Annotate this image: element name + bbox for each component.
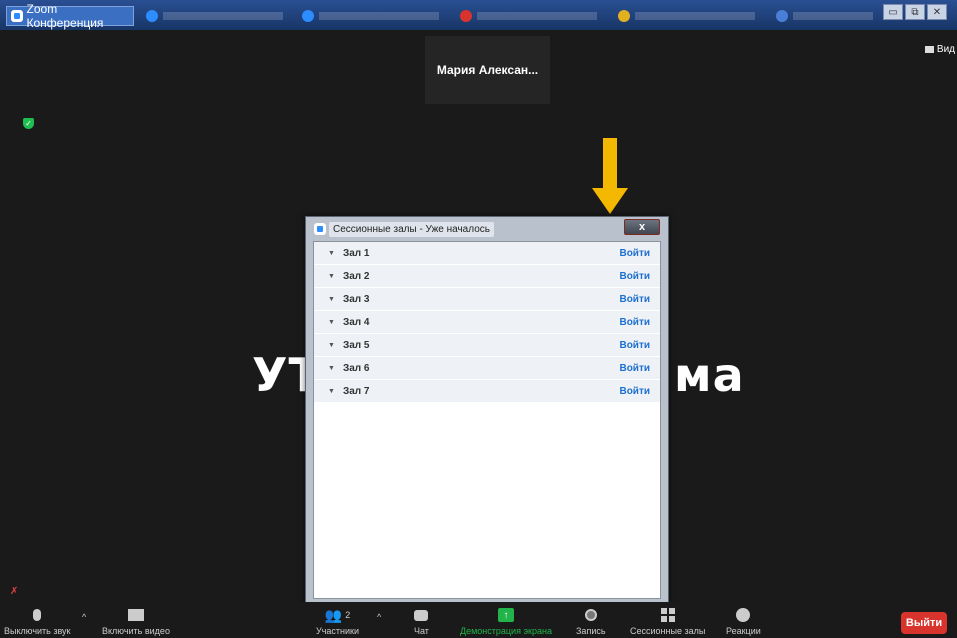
- grid-view-icon: [924, 46, 934, 53]
- room-row[interactable]: ▼ Зал 1 Войти: [314, 242, 660, 265]
- expand-caret-icon[interactable]: ▼: [328, 342, 335, 349]
- participants-label: Участники: [316, 626, 359, 636]
- share-screen-button[interactable]: ↑ Демонстрация экрана: [460, 606, 552, 636]
- reactions-icon: [736, 608, 751, 622]
- room-name: Зал 3: [342, 293, 370, 305]
- dialog-titlebar[interactable]: Сессионные залы - Уже началось x: [306, 217, 668, 241]
- chat-icon: [414, 609, 429, 621]
- window-title: Zoom Конференция: [26, 2, 104, 30]
- room-name: Зал 6: [342, 362, 370, 374]
- join-room-button[interactable]: Войти: [619, 340, 650, 351]
- window-controls: ▭ ⧉ ✕: [883, 4, 947, 20]
- participants-count: 2: [345, 610, 351, 620]
- participants-button[interactable]: 👥 2 Участники: [316, 606, 359, 637]
- reactions-button[interactable]: Реакции: [726, 606, 761, 636]
- minimize-icon[interactable]: ▭: [883, 4, 903, 20]
- join-room-button[interactable]: Войти: [619, 386, 650, 397]
- join-room-button[interactable]: Войти: [619, 248, 650, 259]
- room-name: Зал 5: [342, 339, 370, 351]
- app-icon: [618, 10, 630, 22]
- audio-options-chevron-up-icon[interactable]: ^: [82, 612, 86, 622]
- room-name: Зал 7: [342, 385, 370, 397]
- video-label: Включить видео: [102, 626, 170, 636]
- close-icon[interactable]: ✕: [927, 4, 947, 20]
- room-name: Зал 4: [342, 316, 370, 328]
- participants-icon: 👥: [324, 606, 343, 623]
- app-icon: [776, 10, 788, 22]
- join-room-button[interactable]: Войти: [619, 294, 650, 305]
- app-icon: [302, 10, 314, 22]
- view-button[interactable]: Вид: [924, 44, 955, 55]
- shared-text-right: ма: [674, 348, 745, 402]
- taskbar-item[interactable]: [618, 8, 768, 24]
- video-off-icon: [127, 609, 144, 621]
- room-row[interactable]: ▼ Зал 5 Войти: [314, 334, 660, 357]
- join-room-button[interactable]: Войти: [619, 363, 650, 374]
- breakout-rooms-dialog: Сессионные залы - Уже началось x ▼ Зал 1…: [305, 216, 669, 606]
- expand-caret-icon[interactable]: ▼: [328, 388, 335, 395]
- share-label: Демонстрация экрана: [460, 626, 552, 636]
- dialog-close-button[interactable]: x: [624, 219, 660, 235]
- record-icon: [584, 609, 597, 621]
- expand-caret-icon[interactable]: ▼: [328, 319, 335, 326]
- join-room-button[interactable]: Войти: [619, 317, 650, 328]
- view-label: Вид: [936, 44, 955, 55]
- arrow-down-icon: [592, 138, 628, 214]
- zoom-window-tab[interactable]: Zoom Конференция: [6, 2, 134, 30]
- taskbar-item[interactable]: [146, 8, 296, 24]
- participant-name: Мария Алексан...: [436, 63, 539, 77]
- meeting-toolbar: Выключить звук ^ Включить видео 👥 2 Участ…: [0, 602, 957, 638]
- zoom-logo-icon: [11, 10, 23, 22]
- participant-tile[interactable]: Мария Алексан...: [425, 36, 550, 104]
- video-button[interactable]: Включить видео: [102, 606, 170, 636]
- breakout-rooms-button[interactable]: Сессионные залы: [630, 606, 705, 636]
- expand-caret-icon[interactable]: ▼: [328, 273, 335, 280]
- expand-caret-icon[interactable]: ▼: [328, 296, 335, 303]
- muted-mic-icon: ✗: [10, 586, 19, 597]
- leave-meeting-button[interactable]: Выйти: [901, 612, 947, 634]
- room-name: Зал 2: [342, 270, 370, 282]
- mute-button[interactable]: Выключить звук: [4, 606, 71, 636]
- rooms-list: ▼ Зал 1 Войти ▼ Зал 2 Войти ▼ Зал 3 Войт…: [313, 241, 661, 599]
- room-name: Зал 1: [342, 247, 370, 259]
- share-screen-icon: ↑: [497, 608, 514, 622]
- chat-button[interactable]: Чат: [414, 606, 429, 636]
- taskbar-item[interactable]: [460, 8, 610, 24]
- join-room-button[interactable]: Войти: [619, 271, 650, 282]
- record-button[interactable]: Запись: [576, 606, 606, 636]
- record-label: Запись: [576, 626, 606, 636]
- taskbar-item[interactable]: [302, 8, 452, 24]
- restore-icon[interactable]: ⧉: [905, 4, 925, 20]
- room-row[interactable]: ▼ Зал 3 Войти: [314, 288, 660, 311]
- microphone-icon: [33, 609, 42, 621]
- breakout-rooms-icon: [660, 608, 675, 622]
- expand-caret-icon[interactable]: ▼: [328, 365, 335, 372]
- app-icon: [460, 10, 472, 22]
- taskbar-item[interactable]: [776, 8, 876, 24]
- security-shield-icon[interactable]: ✓: [23, 118, 34, 129]
- room-row[interactable]: ▼ Зал 6 Войти: [314, 357, 660, 380]
- reactions-label: Реакции: [726, 626, 761, 636]
- participants-options-chevron-up-icon[interactable]: ^: [377, 612, 381, 622]
- breakout-label: Сессионные залы: [630, 626, 706, 636]
- zoom-logo-icon: [314, 223, 326, 235]
- room-row[interactable]: ▼ Зал 2 Войти: [314, 265, 660, 288]
- room-row[interactable]: ▼ Зал 7 Войти: [314, 380, 660, 403]
- room-row[interactable]: ▼ Зал 4 Войти: [314, 311, 660, 334]
- dialog-title: Сессионные залы - Уже началось: [329, 221, 494, 237]
- chat-label: Чат: [414, 626, 429, 636]
- mute-label: Выключить звук: [4, 626, 71, 636]
- expand-caret-icon[interactable]: ▼: [328, 250, 335, 257]
- app-icon: [146, 10, 158, 22]
- taskbar: Zoom Конференция ▭ ⧉ ✕: [0, 0, 957, 30]
